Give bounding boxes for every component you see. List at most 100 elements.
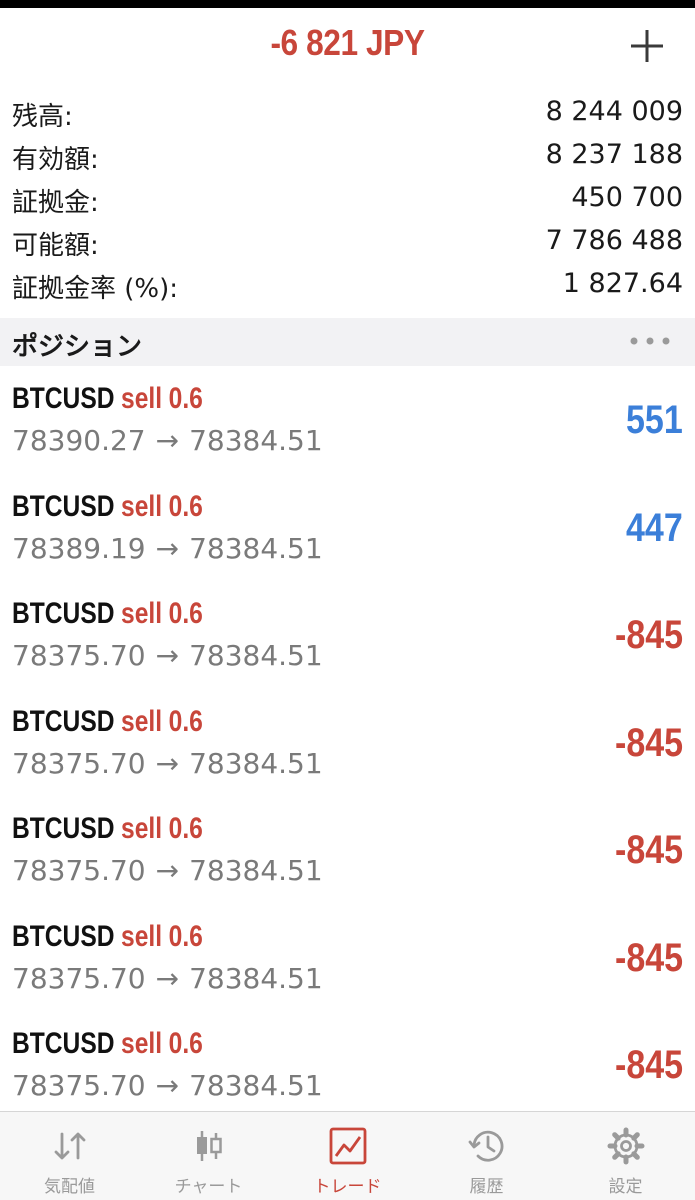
free-margin-label: 可能額: <box>12 231 99 261</box>
tab-trade-label: トレード <box>313 1177 382 1197</box>
arrow-right-icon: → <box>155 746 180 780</box>
position-symbol: BTCUSD <box>12 597 115 630</box>
position-title: BTCUSD sell 0.6 <box>12 382 203 416</box>
position-side: sell <box>121 812 163 845</box>
tab-trade[interactable]: トレード <box>278 1112 417 1200</box>
header: -6 821 JPY <box>0 8 695 86</box>
position-prices: 78390.27 → 78384.51 <box>12 424 323 457</box>
summary-row-balance: 残高: 8 244 009 <box>0 92 695 135</box>
position-volume: 0.6 <box>168 704 203 738</box>
tab-quotes[interactable]: 気配値 <box>0 1112 139 1200</box>
position-row[interactable]: BTCUSD sell 0.6 78375.70 → 78384.51 -845 <box>0 904 695 1012</box>
position-row[interactable]: BTCUSD sell 0.6 78390.27 → 78384.51 551 <box>0 366 695 474</box>
position-volume: 0.6 <box>168 597 203 630</box>
quotes-arrows-icon <box>50 1126 90 1166</box>
position-title: BTCUSD sell 0.6 <box>12 597 203 631</box>
margin-value: 450 700 <box>571 182 683 213</box>
position-current-price: 78384.51 <box>189 854 323 887</box>
tab-history-label: 履歴 <box>469 1177 504 1197</box>
positions-list: BTCUSD sell 0.6 78390.27 → 78384.51 551 BTCU… <box>0 366 695 1119</box>
position-side: sell <box>121 1027 163 1060</box>
tab-chart-label: チャート <box>174 1177 243 1197</box>
margin-level-value: 1 827.64 <box>562 268 683 299</box>
position-row[interactable]: BTCUSD sell 0.6 78375.70 → 78384.51 -845 <box>0 1011 695 1119</box>
trade-chart-icon <box>328 1126 368 1166</box>
equity-label: 有効額: <box>12 145 99 175</box>
position-current-price: 78384.51 <box>189 961 323 995</box>
summary-row-margin-level: 証拠金率 (%): 1 827.64 <box>0 264 695 307</box>
floating-profit-title: -6 821 JPY <box>270 22 425 63</box>
account-summary: 残高: 8 244 009 有効額: 8 237 188 証拠金: 450 70… <box>0 92 695 307</box>
arrow-right-icon: → <box>155 639 180 672</box>
position-side: sell <box>121 382 163 415</box>
summary-row-free-margin: 可能額: 7 786 488 <box>0 221 695 264</box>
position-volume: 0.6 <box>168 489 203 523</box>
position-prices: 78389.19 → 78384.51 <box>12 532 323 565</box>
position-volume: 0.6 <box>168 1027 203 1060</box>
position-current-price: 78384.51 <box>189 1069 323 1102</box>
position-title: BTCUSD sell 0.6 <box>12 705 203 739</box>
margin-level-label: 証拠金率 (%): <box>12 274 179 304</box>
trade-screen: -6 821 JPY 残高: 8 244 009 有効額: 8 237 188 … <box>0 0 695 1200</box>
plus-icon <box>631 30 663 62</box>
position-prices: 78375.70 → 78384.51 <box>12 747 323 780</box>
arrow-right-icon: → <box>155 531 180 565</box>
tab-chart[interactable]: チャート <box>139 1112 278 1200</box>
position-volume: 0.6 <box>168 382 203 415</box>
free-margin-value: 7 786 488 <box>545 225 683 256</box>
position-symbol: BTCUSD <box>12 1027 115 1060</box>
status-bar-strip <box>0 0 695 8</box>
position-symbol: BTCUSD <box>12 382 115 415</box>
position-current-price: 78384.51 <box>189 531 323 565</box>
position-profit: -845 <box>614 720 683 765</box>
history-clock-icon <box>467 1126 507 1166</box>
arrow-right-icon: → <box>155 961 180 995</box>
position-title: BTCUSD sell 0.6 <box>12 812 203 846</box>
position-volume: 0.6 <box>168 812 203 845</box>
add-order-button[interactable] <box>627 26 667 66</box>
position-side: sell <box>121 489 163 523</box>
position-row[interactable]: BTCUSD sell 0.6 78375.70 → 78384.51 -845 <box>0 581 695 689</box>
position-volume: 0.6 <box>168 919 203 953</box>
position-open-price: 78375.70 <box>12 854 146 887</box>
position-row[interactable]: BTCUSD sell 0.6 78375.70 → 78384.51 -845 <box>0 796 695 904</box>
position-current-price: 78384.51 <box>189 639 323 672</box>
position-row[interactable]: BTCUSD sell 0.6 78375.70 → 78384.51 -845 <box>0 689 695 797</box>
position-row[interactable]: BTCUSD sell 0.6 78389.19 → 78384.51 447 <box>0 474 695 582</box>
position-title: BTCUSD sell 0.6 <box>12 490 203 524</box>
candlestick-chart-icon <box>189 1126 229 1166</box>
positions-more-button[interactable] <box>625 326 675 356</box>
position-prices: 78375.70 → 78384.51 <box>12 962 323 995</box>
tab-history[interactable]: 履歴 <box>417 1112 556 1200</box>
position-prices: 78375.70 → 78384.51 <box>12 639 323 672</box>
position-title: BTCUSD sell 0.6 <box>12 1027 203 1061</box>
position-open-price: 78375.70 <box>12 961 146 995</box>
position-open-price: 78390.27 <box>12 424 146 457</box>
summary-row-margin: 証拠金: 450 700 <box>0 178 695 221</box>
summary-row-equity: 有効額: 8 237 188 <box>0 135 695 178</box>
position-profit: 447 <box>626 505 683 550</box>
position-open-price: 78375.70 <box>12 639 146 672</box>
arrow-right-icon: → <box>155 1069 180 1102</box>
position-profit: 551 <box>626 398 683 442</box>
position-open-price: 78389.19 <box>12 531 146 565</box>
position-prices: 78375.70 → 78384.51 <box>12 854 323 887</box>
position-symbol: BTCUSD <box>12 919 115 953</box>
tab-settings[interactable]: 設定 <box>556 1112 695 1200</box>
position-current-price: 78384.51 <box>189 424 323 457</box>
arrow-right-icon: → <box>155 424 180 457</box>
position-profit: -845 <box>614 613 683 657</box>
more-dots-icon <box>630 337 670 345</box>
position-symbol: BTCUSD <box>12 489 115 523</box>
position-current-price: 78384.51 <box>189 746 323 780</box>
balance-label: 残高: <box>12 102 73 132</box>
tab-settings-label: 設定 <box>608 1177 643 1197</box>
positions-section-header: ポジション <box>0 318 695 366</box>
position-side: sell <box>121 919 163 953</box>
tab-quotes-label: 気配値 <box>44 1177 95 1197</box>
equity-value: 8 237 188 <box>545 139 683 170</box>
position-title: BTCUSD sell 0.6 <box>12 920 203 954</box>
position-profit: -845 <box>614 828 683 872</box>
position-symbol: BTCUSD <box>12 704 115 738</box>
position-symbol: BTCUSD <box>12 812 115 845</box>
